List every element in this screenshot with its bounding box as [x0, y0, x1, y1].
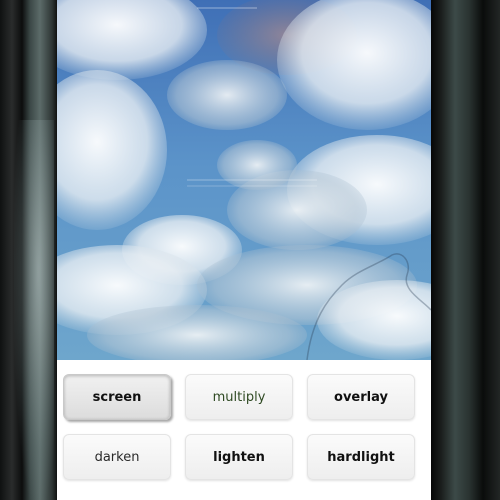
blend-screen-button[interactable]: screen	[63, 374, 171, 420]
app-screen: screen multiply overlay darken lighten h…	[57, 0, 431, 500]
device-frame-right	[431, 0, 500, 500]
blend-multiply-label: multiply	[212, 389, 266, 405]
cloud-photo-canvas[interactable]	[57, 0, 431, 360]
blend-lighten-button[interactable]: lighten	[185, 434, 293, 480]
blend-lighten-label: lighten	[213, 449, 265, 465]
blend-multiply-button[interactable]: multiply	[185, 374, 293, 420]
cloud-photo-image	[57, 0, 431, 360]
blend-darken-button[interactable]: darken	[63, 434, 171, 480]
blend-hardlight-label: hardlight	[327, 449, 395, 465]
blend-overlay-button[interactable]: overlay	[307, 374, 415, 420]
blend-hardlight-button[interactable]: hardlight	[307, 434, 415, 480]
device-frame-left	[0, 0, 57, 500]
blend-overlay-label: overlay	[334, 389, 388, 405]
blend-mode-panel: screen multiply overlay darken lighten h…	[57, 360, 431, 500]
blend-screen-label: screen	[92, 389, 142, 405]
blend-darken-label: darken	[94, 449, 140, 465]
